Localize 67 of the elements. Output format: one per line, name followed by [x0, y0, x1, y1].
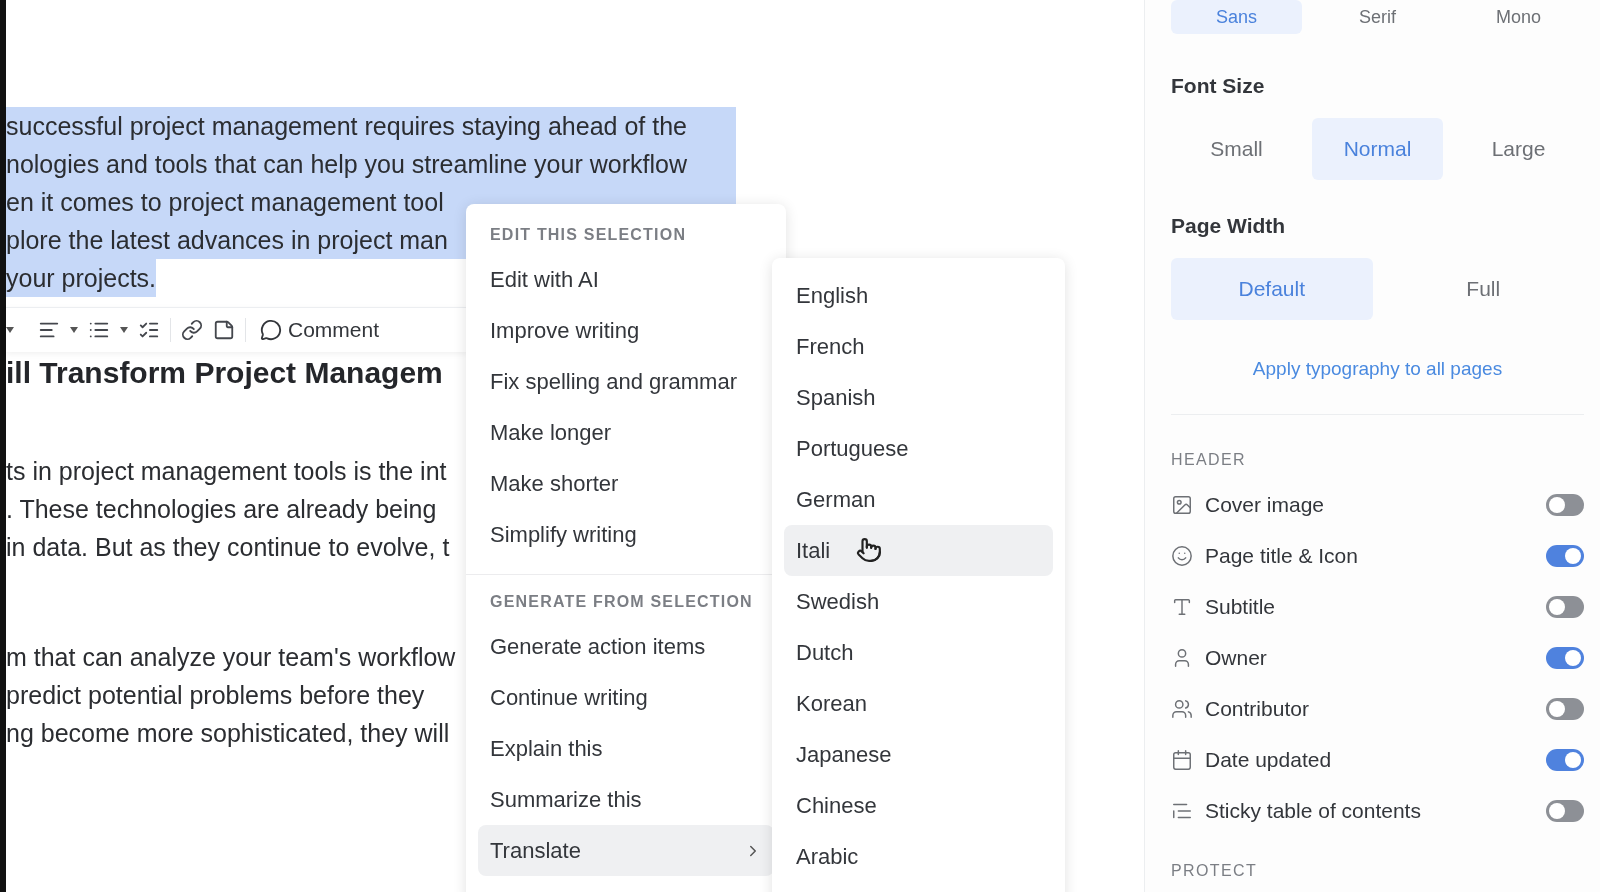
toggle-switch[interactable]: [1546, 493, 1584, 516]
setting-label: Owner: [1205, 645, 1268, 670]
text-line: in data. But as they continue to evolve, t: [6, 532, 450, 563]
smile-icon: [1171, 544, 1193, 567]
calendar-icon: [1171, 748, 1193, 771]
language-item[interactable]: Chinese: [784, 780, 1053, 831]
toggle-switch[interactable]: [1546, 748, 1584, 771]
font-option[interactable]: Serif: [1312, 0, 1443, 34]
setting-label: Subtitle: [1205, 594, 1277, 619]
font-size-option[interactable]: Large: [1453, 118, 1584, 180]
language-item[interactable]: Itali: [784, 525, 1053, 576]
font-option[interactable]: Mono: [1453, 0, 1584, 34]
text-line: predict potential problems before they: [6, 680, 425, 711]
caret-icon[interactable]: [70, 327, 78, 333]
text-line: ng become more sophisticated, they will: [6, 718, 450, 749]
menu-section-title: EDIT THIS SELECTION: [489, 225, 688, 245]
comment-icon: [260, 319, 282, 341]
toggle-switch[interactable]: [1546, 646, 1584, 669]
menu-item[interactable]: Simplify writing: [478, 509, 774, 560]
setting-label: Page title & Icon: [1205, 543, 1359, 568]
toggle-switch[interactable]: [1546, 595, 1584, 618]
menu-item[interactable]: Make longer: [478, 407, 774, 458]
language-item[interactable]: Portuguese: [784, 423, 1053, 474]
toggle-switch[interactable]: [1546, 799, 1584, 822]
note-icon[interactable]: [213, 319, 235, 341]
text-line: ts in project management tools is the int: [6, 456, 447, 487]
toggle-switch[interactable]: [1546, 544, 1584, 567]
text-line: . These technologies are already being: [6, 494, 437, 525]
language-item[interactable]: Korean: [784, 678, 1053, 729]
caret-icon[interactable]: [120, 327, 128, 333]
image-icon: [1171, 493, 1193, 516]
menu-item[interactable]: Generate action items: [478, 621, 774, 672]
section-label: Page Width: [1171, 214, 1287, 238]
menu-item[interactable]: Fix spelling and grammar: [478, 356, 774, 407]
setting-label: Cover image: [1205, 492, 1326, 517]
section-title: HEADER: [1171, 451, 1248, 469]
language-item[interactable]: German: [784, 474, 1053, 525]
language-item[interactable]: Dutch: [784, 627, 1053, 678]
apply-typography-link[interactable]: Apply typography to all pages: [1252, 358, 1503, 380]
menu-item[interactable]: Make shorter: [478, 458, 774, 509]
menu-section-title: GENERATE FROM SELECTION: [489, 592, 754, 612]
caret-icon[interactable]: [6, 327, 14, 333]
users-icon: [1171, 697, 1193, 720]
pointer-icon: [856, 537, 882, 563]
setting-label: Contributor: [1205, 696, 1310, 721]
language-item[interactable]: Arabic: [784, 831, 1053, 882]
setting-label: Sticky table of contents: [1205, 798, 1422, 823]
comment-button[interactable]: Comment: [256, 318, 384, 342]
language-item[interactable]: French: [784, 321, 1053, 372]
menu-item[interactable]: Summarize this: [478, 774, 774, 825]
menu-item[interactable]: Explain this: [478, 723, 774, 774]
menu-item[interactable]: Continue writing: [478, 672, 774, 723]
language-item[interactable]: Spanish: [784, 372, 1053, 423]
setting-label: Date updated: [1205, 747, 1333, 772]
text-line: m that can analyze your team's workflow: [6, 642, 456, 673]
section-label: Font Size: [1171, 74, 1266, 98]
heading: ill Transform Project Managem: [6, 356, 443, 390]
section-title: PROTECT: [1171, 862, 1259, 880]
menu-item[interactable]: Translate: [478, 825, 774, 876]
menu-item[interactable]: Improve writing: [478, 305, 774, 356]
language-item[interactable]: Japanese: [784, 729, 1053, 780]
link-icon[interactable]: [181, 319, 203, 341]
page-width-option[interactable]: Full: [1382, 258, 1584, 320]
font-size-option[interactable]: Small: [1171, 118, 1302, 180]
language-item[interactable]: English: [784, 270, 1053, 321]
language-item[interactable]: Swedish: [784, 576, 1053, 627]
toggle-switch[interactable]: [1546, 697, 1584, 720]
